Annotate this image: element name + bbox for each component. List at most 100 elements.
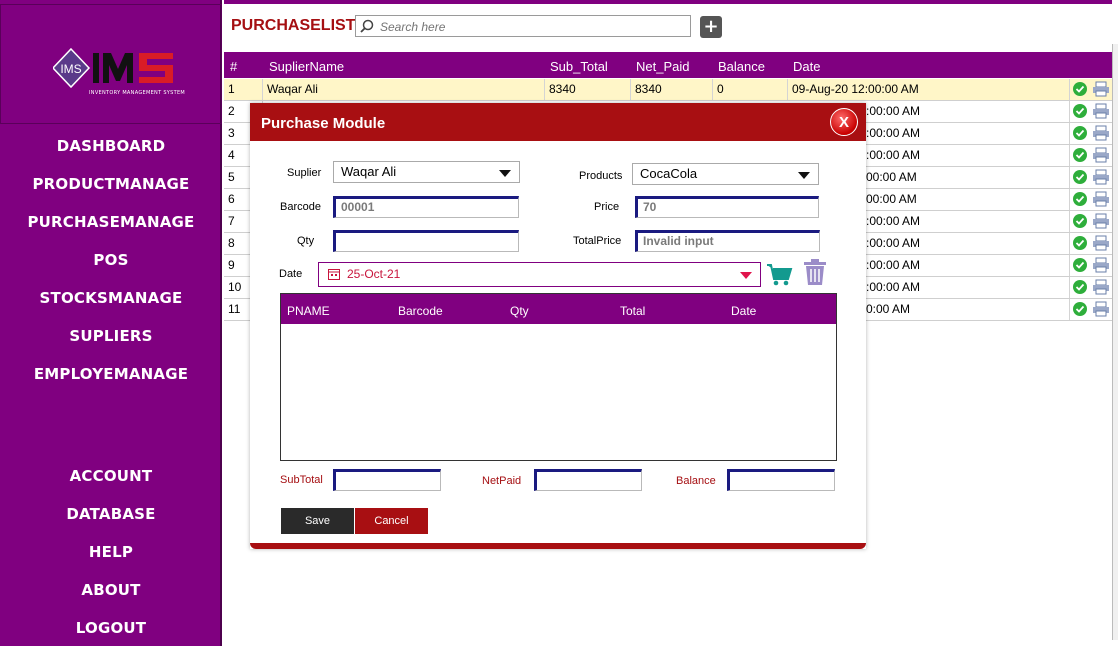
nav-supliers[interactable]: SUPLIERS — [0, 327, 222, 345]
qty-label: Qty — [297, 235, 315, 247]
inner-grid-header: PNAME Barcode Qty Total Date — [281, 294, 836, 324]
check-icon[interactable] — [1073, 104, 1087, 118]
page-title: PURCHASELIST — [231, 17, 356, 34]
col-netpaid[interactable]: Net_Paid — [636, 59, 689, 74]
print-icon[interactable] — [1092, 147, 1110, 163]
date-label: Date — [279, 268, 303, 280]
dialog-header: Purchase Module X — [250, 103, 866, 141]
check-icon[interactable] — [1073, 258, 1087, 272]
scrollbar-edge[interactable] — [1112, 44, 1118, 640]
nav-employemanage[interactable]: EMPLOYEMANAGE — [0, 365, 222, 383]
nav-account[interactable]: ACCOUNT — [0, 467, 222, 485]
price-label: Price — [594, 201, 620, 213]
totalprice-field[interactable]: Invalid input — [635, 230, 820, 252]
logo-panel: IMS INVENTORY MANAGEMENT SYSTEM — [0, 4, 222, 124]
chevron-down-icon — [798, 172, 810, 179]
dialog-footer-bar — [250, 543, 866, 549]
products-label: Products — [579, 170, 623, 182]
print-icon[interactable] — [1092, 213, 1110, 229]
date-picker[interactable]: 25-Oct-21 — [318, 262, 761, 287]
suplier-select[interactable]: Waqar Ali — [333, 161, 520, 183]
chevron-down-icon — [499, 170, 511, 177]
nav-pos[interactable]: POS — [0, 251, 222, 269]
nav-database[interactable]: DATABASE — [0, 505, 222, 523]
balance-field[interactable] — [727, 469, 835, 491]
cell-netpaid: 8340 — [631, 79, 713, 100]
print-icon[interactable] — [1092, 301, 1110, 317]
dialog-title: Purchase Module — [261, 115, 386, 132]
netpaid-field[interactable] — [534, 469, 642, 491]
col-balance[interactable]: Balance — [718, 59, 765, 74]
close-button[interactable]: X — [830, 108, 858, 136]
nav-stocksmanage[interactable]: STOCKSMANAGE — [0, 289, 222, 307]
print-icon[interactable] — [1092, 257, 1110, 273]
check-icon[interactable] — [1073, 236, 1087, 250]
search-input[interactable] — [378, 18, 682, 36]
sidebar: IMS INVENTORY MANAGEMENT SYSTEM DASHBOAR… — [0, 0, 222, 646]
nav-help[interactable]: HELP — [0, 543, 222, 561]
print-icon[interactable] — [1092, 125, 1110, 141]
nav-about[interactable]: ABOUT — [0, 581, 222, 599]
print-icon[interactable] — [1092, 279, 1110, 295]
netpaid-label: NetPaid — [482, 475, 522, 487]
chevron-down-icon — [740, 272, 752, 279]
trash-icon[interactable] — [800, 257, 830, 287]
col-barcode[interactable]: Barcode — [398, 304, 443, 318]
barcode-field[interactable]: 00001 — [333, 196, 519, 218]
barcode-label: Barcode — [280, 201, 321, 213]
products-select-value: CocaCola — [640, 166, 698, 181]
price-field[interactable]: 70 — [635, 196, 819, 218]
suplier-label: Suplier — [287, 167, 322, 179]
page-header: PURCHASELIST + — [224, 0, 1112, 48]
check-icon[interactable] — [1073, 192, 1087, 206]
col-qty[interactable]: Qty — [510, 304, 529, 318]
ims-logo-icon: IMS — [51, 47, 173, 89]
print-icon[interactable] — [1092, 191, 1110, 207]
cancel-button[interactable]: Cancel — [355, 508, 428, 534]
qty-field[interactable] — [333, 230, 519, 252]
print-icon[interactable] — [1092, 81, 1110, 97]
cell-num: 1 — [224, 79, 263, 100]
print-icon[interactable] — [1092, 169, 1110, 185]
col-supliername[interactable]: SuplierName — [269, 59, 344, 74]
nav-dashboard[interactable]: DASHBOARD — [0, 137, 222, 155]
print-icon[interactable] — [1092, 103, 1110, 119]
search-box[interactable] — [355, 15, 691, 37]
table-row[interactable]: 1 Waqar Ali 8340 8340 0 09-Aug-20 12:00:… — [224, 79, 1112, 101]
cell-name: Waqar Ali — [263, 79, 545, 100]
check-icon[interactable] — [1073, 170, 1087, 184]
cell-date: 09-Aug-20 12:00:00 AM — [788, 79, 1070, 100]
search-icon — [360, 19, 374, 33]
col-subtotal[interactable]: Sub_Total — [550, 59, 608, 74]
check-icon[interactable] — [1073, 82, 1087, 96]
purchase-module-dialog: Purchase Module X Suplier Waqar Ali Prod… — [250, 103, 866, 549]
col-num[interactable]: # — [230, 59, 237, 74]
col-date[interactable]: Date — [731, 304, 756, 318]
col-date[interactable]: Date — [793, 59, 820, 74]
purchase-items-grid[interactable]: PNAME Barcode Qty Total Date — [280, 293, 837, 461]
check-icon[interactable] — [1073, 126, 1087, 140]
subtotal-field[interactable] — [333, 469, 441, 491]
save-button[interactable]: Save — [281, 508, 354, 534]
col-pname[interactable]: PNAME — [287, 304, 330, 318]
print-icon[interactable] — [1092, 235, 1110, 251]
logo-tagline: INVENTORY MANAGEMENT SYSTEM — [89, 90, 186, 96]
check-icon[interactable] — [1073, 214, 1087, 228]
check-icon[interactable] — [1073, 280, 1087, 294]
col-total[interactable]: Total — [620, 304, 645, 318]
add-button[interactable]: + — [700, 16, 722, 38]
nav-logout[interactable]: LOGOUT — [0, 619, 222, 637]
grid-header: # SuplierName Sub_Total Net_Paid Balance… — [224, 52, 1112, 78]
svg-text:IMS: IMS — [60, 62, 81, 76]
calendar-icon — [328, 269, 340, 280]
check-icon[interactable] — [1073, 148, 1087, 162]
check-icon[interactable] — [1073, 302, 1087, 316]
nav-productmanage[interactable]: PRODUCTMANAGE — [0, 175, 222, 193]
cell-subtotal: 8340 — [545, 79, 631, 100]
balance-label: Balance — [676, 475, 716, 487]
date-value: 25-Oct-21 — [347, 267, 401, 281]
cart-icon[interactable] — [765, 260, 793, 288]
nav-purchasemanage[interactable]: PURCHASEMANAGE — [0, 213, 222, 231]
subtotal-label: SubTotal — [280, 474, 323, 486]
products-select[interactable]: CocaCola — [632, 163, 819, 185]
